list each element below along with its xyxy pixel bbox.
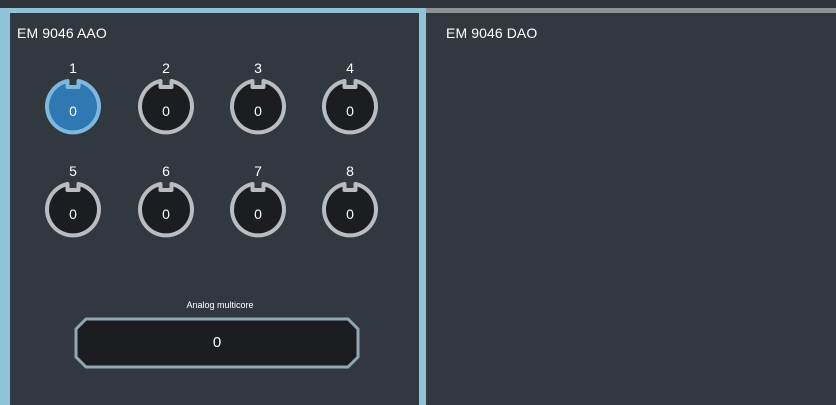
device-panel-aao[interactable]: EM 9046 AAO 1 0 2 0 3 0 4 0 5 0 6 0 7 0 … <box>0 8 426 405</box>
channel-8-connector[interactable]: 8 0 <box>320 163 380 243</box>
channel-4-connector[interactable]: 4 0 <box>320 60 380 140</box>
channel-value: 0 <box>346 206 354 222</box>
channel-value: 0 <box>346 103 354 119</box>
channel-value: 0 <box>162 103 170 119</box>
multicore-label: Analog multicore <box>186 300 254 310</box>
analog-multicore-connector[interactable]: 0 <box>74 317 360 369</box>
channel-3-connector[interactable]: 3 0 <box>228 60 288 140</box>
device-screen: EM 9046 AAO 1 0 2 0 3 0 4 0 5 0 6 0 7 0 … <box>0 0 836 405</box>
channel-value: 0 <box>69 103 77 119</box>
channel-value: 0 <box>254 103 262 119</box>
channel-value: 0 <box>162 206 170 222</box>
panel-title: EM 9046 AAO <box>17 25 107 41</box>
channel-6-connector[interactable]: 6 0 <box>136 163 196 243</box>
channel-value: 0 <box>69 206 77 222</box>
device-panel-dao[interactable]: EM 9046 DAO <box>426 8 836 405</box>
channel-1-connector[interactable]: 1 0 <box>43 60 103 140</box>
channel-7-connector[interactable]: 7 0 <box>228 163 288 243</box>
channel-2-connector[interactable]: 2 0 <box>136 60 196 140</box>
channel-5-connector[interactable]: 5 0 <box>43 163 103 243</box>
channel-value: 0 <box>254 206 262 222</box>
panel-title: EM 9046 DAO <box>446 25 538 41</box>
multicore-value: 0 <box>212 334 222 351</box>
